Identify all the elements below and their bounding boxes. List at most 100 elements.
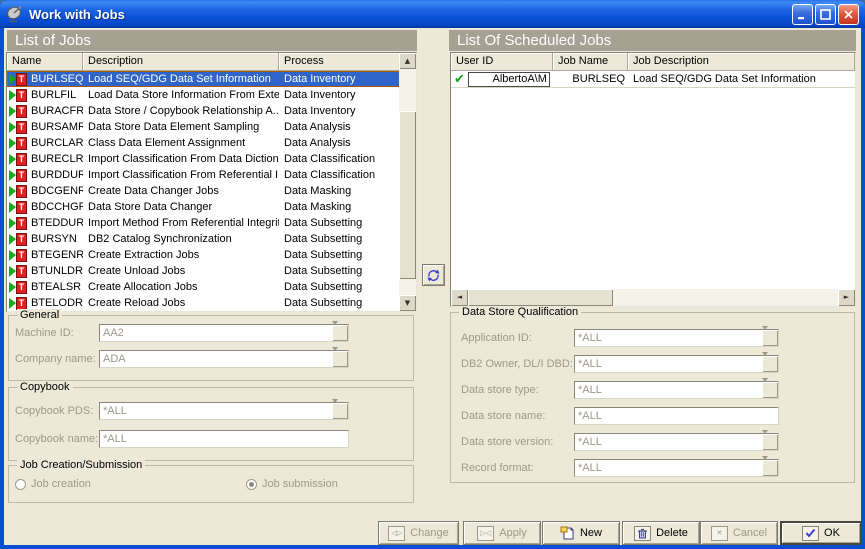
chevron-down-icon[interactable]: [332, 325, 348, 341]
job-description-cell: Create Extraction Jobs: [83, 249, 279, 261]
scroll-up-icon[interactable]: ▲: [399, 53, 416, 69]
db2-owner-label: DB2 Owner, DL/I DBD:: [461, 358, 573, 370]
job-name-cell: TBURLSEQ: [7, 73, 83, 86]
record-format-combo[interactable]: *ALL: [574, 459, 779, 477]
new-document-icon: [560, 526, 575, 540]
job-process-cell: Data Analysis: [279, 137, 416, 149]
job-row[interactable]: TBURLFILLoad Data Store Information From…: [7, 87, 416, 103]
ok-button[interactable]: OK: [780, 521, 861, 545]
application-id-value: *ALL: [575, 330, 761, 346]
horizontal-scroll-thumb[interactable]: [468, 289, 613, 306]
column-header-job-description[interactable]: Job Description: [628, 53, 855, 71]
column-header-description[interactable]: Description: [83, 53, 279, 71]
change-button[interactable]: ◁▷ Change: [378, 521, 459, 545]
task-t-icon: T: [16, 265, 27, 278]
vertical-scroll-thumb[interactable]: [399, 111, 416, 279]
job-row[interactable]: TBURACFRData Store / Copybook Relationsh…: [7, 103, 416, 119]
copybook-pds-combo[interactable]: *ALL: [99, 402, 349, 420]
delete-button[interactable]: Delete: [622, 521, 700, 545]
job-process-cell: Data Inventory: [279, 89, 416, 101]
cancel-button[interactable]: ✕ Cancel: [700, 521, 778, 545]
maximize-button[interactable]: [815, 4, 836, 25]
scheduled-user-box[interactable]: AlbertoA\M: [468, 72, 550, 87]
application-id-combo[interactable]: *ALL: [574, 329, 779, 347]
column-header-name[interactable]: Name: [7, 53, 83, 71]
job-row[interactable]: TBDCCHGRData Store Data ChangerData Mask…: [7, 199, 416, 215]
job-name-cell: TBDCGENR: [7, 185, 83, 198]
change-icon: ◁▷: [388, 526, 405, 541]
application-id-label: Application ID:: [461, 332, 532, 344]
job-row[interactable]: TBURCLARClass Data Element AssignmentDat…: [7, 135, 416, 151]
chevron-down-icon[interactable]: [762, 434, 778, 450]
scroll-down-icon[interactable]: ▼: [399, 295, 416, 311]
green-arrow-icon: [9, 266, 16, 277]
chevron-down-icon[interactable]: [762, 460, 778, 476]
job-name-cell: TBURLFIL: [7, 89, 83, 102]
job-row[interactable]: TBURSYNDB2 Catalog SynchronizationData S…: [7, 231, 416, 247]
task-t-icon: T: [16, 185, 27, 198]
task-t-icon: T: [16, 249, 27, 262]
job-row[interactable]: TBURDDURImport Classification From Refer…: [7, 167, 416, 183]
machine-id-value: AA2: [100, 325, 331, 341]
column-header-user-id[interactable]: User ID: [451, 53, 553, 71]
run-task-icon: T: [9, 281, 29, 294]
db2-owner-value: *ALL: [575, 356, 761, 372]
scheduled-horizontal-scrollbar[interactable]: ◄ ►: [451, 289, 855, 306]
apply-icon: ▷◁: [477, 526, 494, 541]
job-submission-radio[interactable]: Job submission: [246, 478, 338, 490]
job-name-cell: TBURSAMR: [7, 121, 83, 134]
job-row[interactable]: TBTUNLDRCreate Unload JobsData Subsettin…: [7, 263, 416, 279]
job-description-cell: Data Store Data Element Sampling: [83, 121, 279, 133]
data-store-name-input[interactable]: *ALL: [574, 407, 779, 425]
new-button[interactable]: New: [542, 521, 620, 545]
company-name-combo[interactable]: ADA: [99, 350, 349, 368]
jobs-vertical-scrollbar[interactable]: ▲ ▼: [399, 53, 416, 311]
run-task-icon: T: [9, 137, 29, 150]
job-creation-radio[interactable]: Job creation: [15, 478, 91, 490]
chevron-down-icon[interactable]: [762, 330, 778, 346]
close-button[interactable]: [838, 4, 859, 25]
green-arrow-icon: [9, 282, 16, 293]
job-process-cell: Data Subsetting: [279, 217, 416, 229]
scroll-right-icon[interactable]: ►: [838, 289, 855, 306]
job-description-cell: Load Data Store Information From Exte...: [83, 89, 279, 101]
data-store-type-combo[interactable]: *ALL: [574, 381, 779, 399]
chevron-down-icon[interactable]: [332, 403, 348, 419]
db2-owner-combo[interactable]: *ALL: [574, 355, 779, 373]
job-row[interactable]: TBTELODRCreate Reload JobsData Subsettin…: [7, 295, 416, 311]
job-row[interactable]: TBURECLRImport Classification From Data …: [7, 151, 416, 167]
copybook-name-input[interactable]: *ALL: [99, 430, 349, 448]
data-store-version-combo[interactable]: *ALL: [574, 433, 779, 451]
scroll-left-icon[interactable]: ◄: [451, 289, 468, 306]
job-description-cell: Data Store / Copybook Relationship A...: [83, 105, 279, 117]
copybook-legend: Copybook: [17, 381, 73, 393]
job-row[interactable]: TBURSAMRData Store Data Element Sampling…: [7, 119, 416, 135]
job-row[interactable]: TBURLSEQLoad SEQ/GDG Data Set Informatio…: [7, 71, 416, 87]
column-header-job-name[interactable]: Job Name: [553, 53, 628, 71]
scheduled-job-row[interactable]: ✔AlbertoA\MBURLSEQLoad SEQ/GDG Data Set …: [451, 71, 855, 88]
job-process-cell: Data Subsetting: [279, 249, 416, 261]
chevron-down-icon[interactable]: [332, 351, 348, 367]
schedule-transfer-button[interactable]: [422, 264, 445, 286]
run-task-icon: T: [9, 89, 29, 102]
chevron-down-icon[interactable]: [762, 356, 778, 372]
data-store-name-value: *ALL: [575, 408, 776, 424]
minimize-button[interactable]: [792, 4, 813, 25]
trash-icon: [634, 526, 651, 541]
job-row[interactable]: TBDCGENRCreate Data Changer JobsData Mas…: [7, 183, 416, 199]
task-t-icon: T: [16, 89, 27, 102]
jobs-table-header: Name Description Process: [7, 53, 416, 71]
apply-button[interactable]: ▷◁ Apply: [463, 521, 541, 545]
run-task-icon: T: [9, 233, 29, 246]
data-store-version-label: Data store version:: [461, 436, 553, 448]
titlebar: Work with Jobs: [0, 0, 865, 28]
job-row[interactable]: TBTEGENRCreate Extraction JobsData Subse…: [7, 247, 416, 263]
list-of-jobs-title: List of Jobs: [7, 30, 417, 51]
job-row[interactable]: TBTEALSRCreate Allocation JobsData Subse…: [7, 279, 416, 295]
chevron-down-icon[interactable]: [762, 382, 778, 398]
run-task-icon: T: [9, 105, 29, 118]
apply-label: Apply: [499, 527, 527, 539]
column-header-process[interactable]: Process: [279, 53, 416, 71]
job-row[interactable]: TBTEDDURImport Method From Referential I…: [7, 215, 416, 231]
machine-id-combo[interactable]: AA2: [99, 324, 349, 342]
